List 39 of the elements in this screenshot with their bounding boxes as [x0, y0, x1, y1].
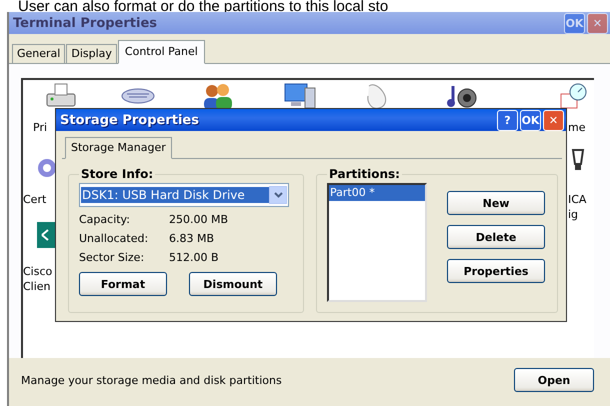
field-value: 512.00 B: [169, 251, 220, 264]
push-button[interactable]: Delete: [447, 225, 546, 249]
lamp-icon[interactable]: [571, 148, 585, 172]
field-value: 6.83 MB: [169, 232, 216, 245]
status-text: Manage your storage media and disk partitions: [21, 374, 282, 386]
field-label: Capacity:: [79, 213, 131, 226]
cisco-icon[interactable]: [35, 220, 57, 250]
group-title: Store Info:: [80, 167, 154, 181]
gear-icon[interactable]: [37, 156, 57, 180]
clock-icon[interactable]: [559, 82, 589, 110]
field-value: 250.00 MB: [169, 213, 230, 226]
dialog-title: Storage Properties: [60, 112, 200, 128]
item-label: Pri: [33, 120, 48, 135]
push-button[interactable]: Dismount: [189, 272, 277, 296]
tab[interactable]: Control Panel: [118, 40, 205, 64]
field-label: Unallocated:: [79, 232, 150, 245]
push-button[interactable]: New: [447, 191, 546, 215]
people-icon[interactable]: [201, 82, 235, 110]
item-label: Cisco Clien: [23, 264, 52, 294]
field-label: Sector Size:: [79, 251, 146, 264]
computer-icon[interactable]: [283, 82, 317, 110]
item-label: me: [568, 120, 586, 135]
push-button[interactable]: Format: [79, 272, 167, 296]
tab[interactable]: General: [12, 44, 66, 64]
chevron-down-icon: [269, 186, 287, 204]
caption-text: User can also format or do the partitions to this local sto: [17, 0, 390, 12]
help-button[interactable]: ?: [497, 110, 518, 130]
list-item[interactable]: Part00 *: [329, 185, 426, 201]
close-button[interactable]: ✕: [543, 110, 564, 130]
tab[interactable]: Storage Manager: [65, 137, 172, 159]
tab[interactable]: Display: [66, 44, 117, 64]
ok-button[interactable]: OK: [520, 110, 541, 130]
item-label: ICA ig: [568, 192, 586, 222]
push-button[interactable]: Properties: [447, 259, 546, 283]
window-title: Terminal Properties: [13, 16, 158, 30]
open-button[interactable]: Open: [514, 368, 594, 392]
drive-dropdown[interactable]: DSK1: USB Hard Disk Drive: [79, 183, 289, 207]
item-label: Cert: [23, 192, 46, 207]
group-title: Partitions:: [328, 167, 401, 181]
